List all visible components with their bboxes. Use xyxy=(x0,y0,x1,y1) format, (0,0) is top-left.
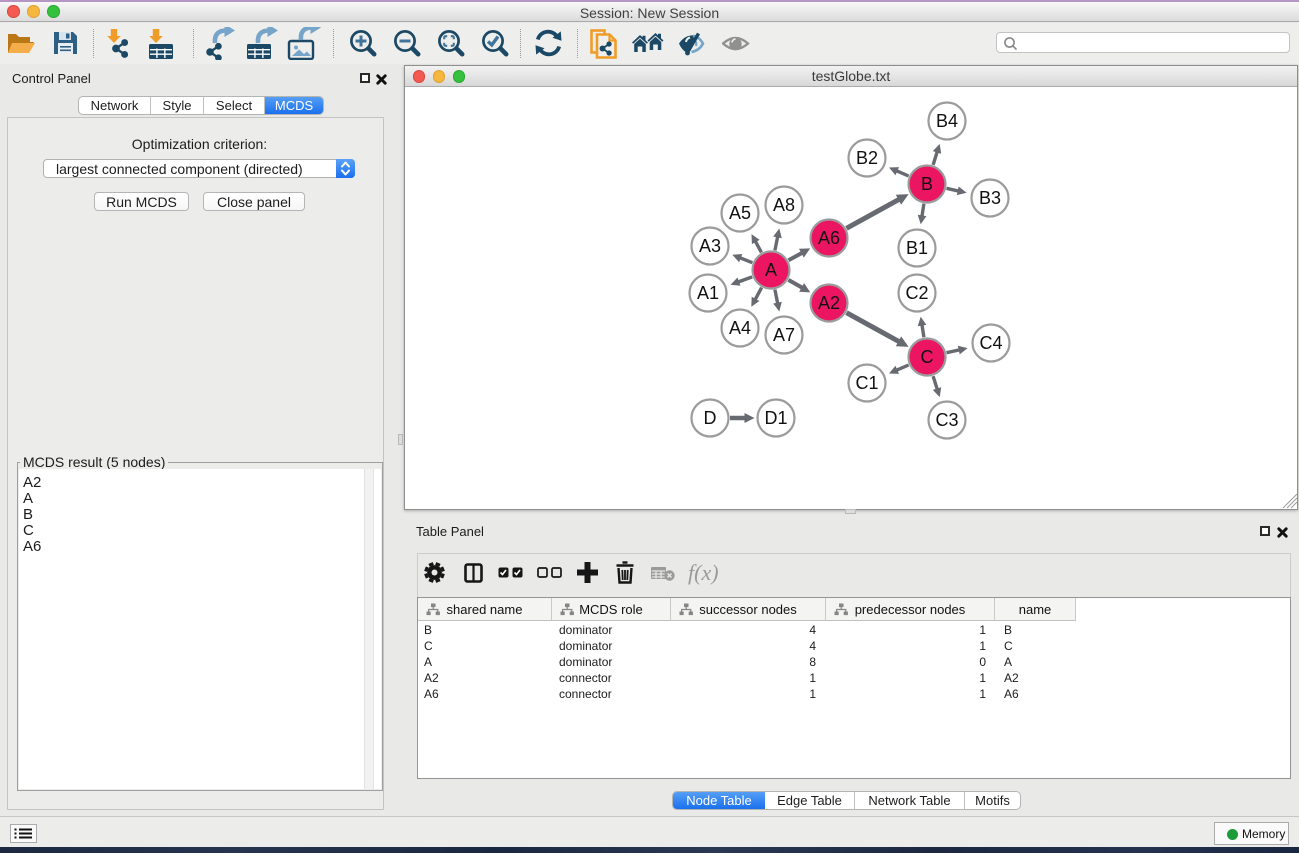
svg-text:B4: B4 xyxy=(936,111,958,131)
svg-text:A4: A4 xyxy=(729,318,751,338)
svg-text:A3: A3 xyxy=(699,236,721,256)
svg-text:C1: C1 xyxy=(855,373,878,393)
svg-text:C4: C4 xyxy=(979,333,1002,353)
svg-text:A8: A8 xyxy=(773,195,795,215)
svg-text:B3: B3 xyxy=(979,188,1001,208)
svg-text:C2: C2 xyxy=(905,283,928,303)
svg-text:A6: A6 xyxy=(818,228,840,248)
svg-text:B1: B1 xyxy=(906,238,928,258)
svg-text:D1: D1 xyxy=(764,408,787,428)
svg-text:B2: B2 xyxy=(856,148,878,168)
svg-text:A2: A2 xyxy=(818,293,840,313)
svg-text:A5: A5 xyxy=(729,203,751,223)
svg-text:A1: A1 xyxy=(697,283,719,303)
svg-text:A7: A7 xyxy=(773,325,795,345)
svg-text:D: D xyxy=(704,408,717,428)
svg-text:C3: C3 xyxy=(935,410,958,430)
svg-text:A: A xyxy=(765,260,777,280)
svg-text:B: B xyxy=(921,174,933,194)
svg-text:C: C xyxy=(921,347,934,367)
